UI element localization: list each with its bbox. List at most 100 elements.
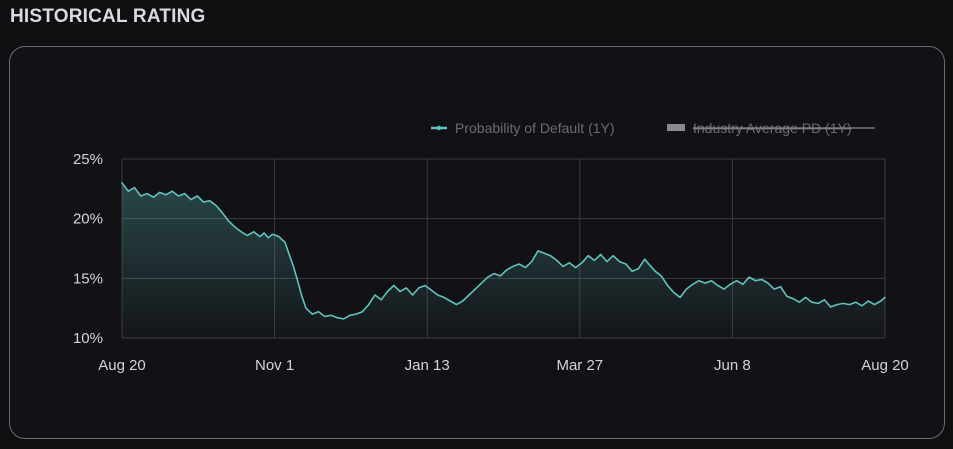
series-point[interactable] bbox=[258, 235, 262, 239]
series-point[interactable] bbox=[189, 198, 193, 202]
series-point[interactable] bbox=[810, 300, 814, 304]
series-point[interactable] bbox=[567, 261, 571, 265]
series-point[interactable] bbox=[760, 278, 764, 282]
series-point[interactable] bbox=[523, 266, 527, 270]
series-point[interactable] bbox=[202, 200, 206, 204]
series-point[interactable] bbox=[317, 310, 321, 314]
series-point[interactable] bbox=[461, 299, 465, 303]
series-point[interactable] bbox=[252, 230, 256, 234]
series-point[interactable] bbox=[208, 199, 212, 203]
series-point[interactable] bbox=[517, 262, 521, 266]
series-point[interactable] bbox=[835, 303, 839, 307]
series-point[interactable] bbox=[866, 299, 870, 303]
series-point[interactable] bbox=[266, 236, 270, 240]
series-point[interactable] bbox=[816, 301, 820, 305]
series-point[interactable] bbox=[271, 232, 275, 236]
series-point[interactable] bbox=[643, 257, 647, 261]
series-point[interactable] bbox=[605, 260, 609, 264]
series-point[interactable] bbox=[697, 279, 701, 283]
series-point[interactable] bbox=[873, 303, 877, 307]
series-point[interactable] bbox=[486, 275, 490, 279]
series-point[interactable] bbox=[158, 190, 162, 194]
series-point[interactable] bbox=[530, 260, 534, 264]
series-point[interactable] bbox=[599, 253, 603, 257]
series-point[interactable] bbox=[195, 194, 199, 198]
series-point[interactable] bbox=[233, 225, 237, 229]
series-point[interactable] bbox=[227, 219, 231, 223]
series-point[interactable] bbox=[404, 286, 408, 290]
series-point[interactable] bbox=[611, 254, 615, 258]
series-point[interactable] bbox=[151, 195, 155, 199]
series-point[interactable] bbox=[291, 264, 295, 268]
series-point[interactable] bbox=[429, 288, 433, 292]
series-point[interactable] bbox=[296, 279, 300, 283]
series-point[interactable] bbox=[511, 264, 515, 268]
series-point[interactable] bbox=[373, 293, 377, 297]
series-point[interactable] bbox=[753, 279, 757, 283]
series-point[interactable] bbox=[586, 254, 590, 258]
series-point[interactable] bbox=[139, 194, 143, 198]
series-point[interactable] bbox=[386, 290, 390, 294]
series-point[interactable] bbox=[379, 298, 383, 302]
series-point[interactable] bbox=[287, 253, 291, 257]
series-point[interactable] bbox=[779, 285, 783, 289]
series-point[interactable] bbox=[505, 268, 509, 272]
series-point[interactable] bbox=[636, 267, 640, 271]
series-point[interactable] bbox=[647, 262, 651, 266]
series-point[interactable] bbox=[829, 305, 833, 309]
series-point[interactable] bbox=[480, 281, 484, 285]
series-point[interactable] bbox=[672, 291, 676, 295]
series-point[interactable] bbox=[323, 315, 327, 319]
series-point[interactable] bbox=[741, 282, 745, 286]
series-point[interactable] bbox=[574, 266, 578, 270]
series-point[interactable] bbox=[304, 306, 308, 310]
series-point[interactable] bbox=[561, 264, 565, 268]
series-point[interactable] bbox=[536, 249, 540, 253]
series-point[interactable] bbox=[804, 295, 808, 299]
series-point[interactable] bbox=[145, 192, 149, 196]
series-point[interactable] bbox=[342, 317, 346, 321]
series-point[interactable] bbox=[841, 301, 845, 305]
series-point[interactable] bbox=[245, 233, 249, 237]
series-point[interactable] bbox=[354, 312, 358, 316]
series-point[interactable] bbox=[214, 204, 218, 208]
series-point[interactable] bbox=[239, 230, 243, 234]
series-point[interactable] bbox=[120, 181, 124, 185]
series-point[interactable] bbox=[329, 313, 333, 317]
series-point[interactable] bbox=[747, 275, 751, 279]
series-point[interactable] bbox=[360, 310, 364, 314]
series-point[interactable] bbox=[183, 192, 187, 196]
series-point[interactable] bbox=[176, 194, 180, 198]
series-point[interactable] bbox=[310, 312, 314, 316]
series-point[interactable] bbox=[492, 272, 496, 276]
series-point[interactable] bbox=[735, 279, 739, 283]
series-point[interactable] bbox=[411, 293, 415, 297]
series-point[interactable] bbox=[436, 293, 440, 297]
series-point[interactable] bbox=[455, 303, 459, 307]
series-point[interactable] bbox=[367, 303, 371, 307]
series-point[interactable] bbox=[691, 282, 695, 286]
legend-item-industry-average[interactable]: Industry Average PD (1Y) bbox=[667, 120, 875, 136]
series-point[interactable] bbox=[442, 295, 446, 299]
series-point[interactable] bbox=[398, 290, 402, 294]
series-point[interactable] bbox=[448, 299, 452, 303]
series-point[interactable] bbox=[417, 286, 421, 290]
series-point[interactable] bbox=[580, 261, 584, 265]
series-point[interactable] bbox=[262, 231, 266, 235]
series-point[interactable] bbox=[592, 258, 596, 262]
series-point[interactable] bbox=[854, 300, 858, 304]
series-point[interactable] bbox=[879, 299, 883, 303]
series-point[interactable] bbox=[722, 287, 726, 291]
series-point[interactable] bbox=[164, 193, 168, 197]
series-point[interactable] bbox=[710, 279, 714, 283]
series-point[interactable] bbox=[716, 284, 720, 288]
series-point[interactable] bbox=[703, 281, 707, 285]
series-point[interactable] bbox=[300, 294, 304, 298]
series-point[interactable] bbox=[126, 189, 130, 193]
series-point[interactable] bbox=[728, 282, 732, 286]
series-point[interactable] bbox=[220, 211, 224, 215]
series-point[interactable] bbox=[883, 295, 887, 299]
series-point[interactable] bbox=[666, 284, 670, 288]
legend-item-probability-of-default[interactable]: Probability of Default (1Y) bbox=[431, 120, 615, 136]
series-point[interactable] bbox=[473, 287, 477, 291]
